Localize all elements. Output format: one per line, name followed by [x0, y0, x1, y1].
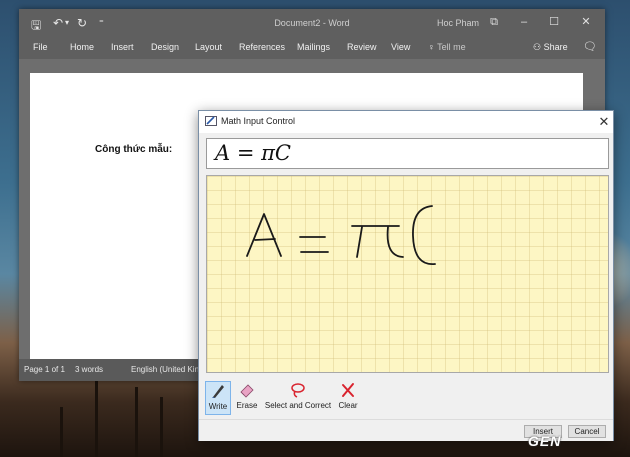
tell-me-label: Tell me: [437, 42, 466, 52]
dialog-title-bar: Math Input Control ✕: [199, 111, 613, 133]
lasso-icon: [291, 383, 305, 398]
tab-design[interactable]: Design: [151, 42, 179, 52]
person-icon: ⚇: [533, 42, 542, 52]
math-input-app-icon: [205, 116, 217, 126]
language-indicator[interactable]: English (United Kin: [131, 365, 199, 374]
close-icon[interactable]: ✕: [575, 13, 597, 31]
preview-expression: A = πC: [215, 141, 291, 165]
tab-file[interactable]: File: [33, 42, 48, 52]
tab-view[interactable]: View: [391, 42, 410, 52]
math-input-dialog: Math Input Control ✕ A = πC Write Erase …: [198, 110, 614, 441]
tab-mailings[interactable]: Mailings: [297, 42, 330, 52]
ink-stroke-pi-right: [386, 226, 404, 258]
clear-tool-label: Clear: [338, 401, 358, 410]
select-correct-tool-button[interactable]: Select and Correct: [263, 381, 333, 415]
tab-insert[interactable]: Insert: [111, 42, 134, 52]
pier-post: [160, 397, 163, 457]
minimize-icon[interactable]: –: [513, 13, 535, 31]
tab-review[interactable]: Review: [347, 42, 377, 52]
ribbon-tabs: File Home Insert Design Layout Reference…: [19, 37, 605, 59]
pier-post: [60, 407, 63, 457]
lightbulb-icon: ♀: [428, 42, 435, 52]
write-tool-label: Write: [208, 402, 228, 411]
ink-stroke-a: [246, 213, 282, 257]
formula-label: Công thức mẫu:: [95, 144, 173, 155]
share-label: Share: [543, 42, 568, 52]
tell-me-box[interactable]: ♀ Tell me: [428, 42, 466, 52]
pier-post: [135, 387, 138, 457]
comments-icon[interactable]: 🗨: [583, 40, 597, 53]
tab-references[interactable]: References: [239, 42, 285, 52]
pier-post: [95, 377, 98, 457]
tab-home[interactable]: Home: [70, 42, 94, 52]
eraser-icon: [240, 384, 254, 398]
math-preview: A = πC: [206, 138, 609, 169]
writing-pad[interactable]: [206, 175, 609, 373]
watermark-logo: GEN: [528, 433, 562, 449]
dialog-title: Math Input Control: [221, 116, 296, 126]
clear-x-icon: [342, 383, 354, 397]
ribbon-display-icon[interactable]: ⧉: [483, 13, 505, 31]
pen-icon: [212, 385, 224, 398]
erase-tool-button[interactable]: Erase: [235, 381, 259, 415]
maximize-icon[interactable]: ☐: [543, 13, 565, 31]
ink-stroke-a-bar: [254, 238, 276, 241]
clear-tool-button[interactable]: Clear: [336, 381, 360, 415]
title-bar: 🖫 ↶ ▾ ↻ ⁼ Document2 - Word Hoc Pham ⧉ – …: [19, 9, 605, 37]
tool-bar: Write Erase Select and Correct Clear: [199, 379, 613, 419]
dialog-close-icon[interactable]: ✕: [595, 112, 613, 132]
write-tool-button[interactable]: Write: [205, 381, 231, 415]
tab-layout[interactable]: Layout: [195, 42, 222, 52]
page-count[interactable]: Page 1 of 1: [24, 365, 65, 374]
user-name[interactable]: Hoc Pham: [437, 18, 479, 28]
handwriting-ink: [246, 205, 436, 265]
share-button[interactable]: ⚇ Share: [533, 42, 568, 53]
ink-stroke-pi-left: [356, 226, 363, 258]
word-count[interactable]: 3 words: [75, 365, 103, 374]
cancel-button[interactable]: Cancel: [568, 425, 606, 438]
select-correct-tool-label: Select and Correct: [264, 401, 332, 410]
ink-stroke-c: [412, 205, 436, 265]
erase-tool-label: Erase: [236, 401, 258, 410]
